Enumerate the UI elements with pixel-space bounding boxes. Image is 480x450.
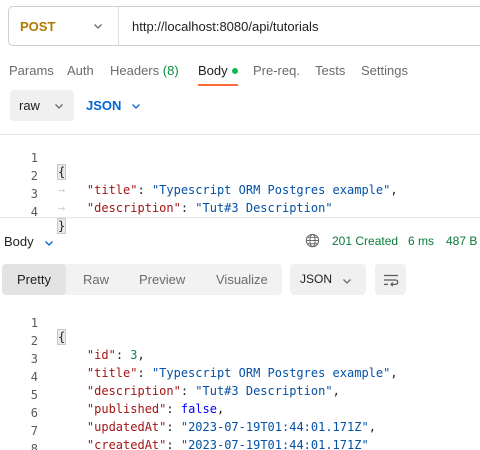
headers-count: (8) (162, 63, 179, 78)
code-line: 1 { (0, 302, 480, 345)
code-line: 3 "title": "Typescript ORM Postgres exam… (0, 338, 480, 380)
body-indicator-dot (231, 67, 238, 74)
chevron-down-icon (343, 279, 351, 284)
tab-body[interactable]: Body (198, 63, 238, 78)
code-line: 4 } (0, 191, 480, 234)
request-tabs: Params Auth Headers (8) Body Pre-req. Te… (0, 54, 480, 88)
view-mode-segment: Pretty Raw Preview Visualize (2, 264, 282, 295)
body-language-select[interactable]: JSON (86, 98, 140, 113)
tab-params[interactable]: Params (9, 63, 54, 78)
line-number: 4 (30, 205, 38, 219)
response-body-label: Body (4, 234, 34, 249)
tab-body-label: Body (198, 63, 228, 78)
response-body-toggle[interactable]: Body (4, 234, 53, 249)
request-body-editor[interactable]: 1 { 2 → "title": "Typescript ORM Postgre… (0, 134, 480, 234)
response-size[interactable]: 487 B (446, 234, 477, 248)
response-view-tabs: Pretty Raw Preview Visualize JSON (0, 264, 480, 296)
tab-headers[interactable]: Headers (8) (110, 63, 179, 78)
tab-settings[interactable]: Settings (361, 63, 408, 78)
chevron-down-icon (94, 24, 102, 29)
tab-pretty[interactable]: Pretty (2, 264, 66, 295)
tab-visualize[interactable]: Visualize (216, 272, 268, 287)
tab-raw[interactable]: Raw (83, 272, 109, 287)
chevron-down-icon (45, 241, 53, 246)
response-time[interactable]: 6 ms (408, 234, 434, 248)
response-header: Body 201 Created 6 ms 487 B (0, 228, 480, 254)
code-line: 1 { (0, 137, 480, 180)
method-select[interactable]: POST (9, 7, 119, 45)
tab-headers-label: Headers (110, 63, 160, 78)
code-line: 4 "description": "Tut#3 Description", (0, 356, 480, 398)
chevron-down-icon (55, 104, 63, 109)
tab-preview[interactable]: Preview (139, 272, 185, 287)
request-url-bar: POST http://localhost:8080/api/tutorials (8, 6, 480, 46)
line-number: 8 (30, 442, 38, 450)
chevron-down-icon (132, 104, 140, 109)
code-line: 6 "updatedAt": "2023-07-19T01:44:01.171Z… (0, 392, 480, 434)
tab-pretty-label: Pretty (17, 272, 51, 287)
response-format-select[interactable]: JSON (290, 264, 366, 295)
code-line: 8 } (0, 428, 480, 450)
globe-icon[interactable] (305, 233, 320, 248)
code-line: 7 "createdAt": "2023-07-19T01:44:01.171Z… (0, 410, 480, 450)
tab-auth[interactable]: Auth (67, 63, 94, 78)
code-line: 3 → "description": "Tut#3 Description" (0, 173, 480, 215)
tab-pre-request[interactable]: Pre-req. (253, 63, 300, 78)
tab-tests[interactable]: Tests (315, 63, 345, 78)
code-line: 5 "published": false, (0, 374, 480, 416)
code-line: 2 "id": 3, (0, 320, 480, 362)
body-options-row: raw JSON (0, 90, 480, 122)
method-label: POST (20, 18, 56, 34)
body-mode-label: raw (19, 98, 40, 113)
status-code[interactable]: 201 Created (332, 234, 398, 248)
url-input[interactable]: http://localhost:8080/api/tutorials (119, 19, 318, 34)
wrap-lines-button[interactable] (375, 264, 406, 295)
wrap-lines-icon (383, 274, 398, 287)
active-tab-indicator (198, 84, 238, 86)
code-line: 2 → "title": "Typescript ORM Postgres ex… (0, 155, 480, 197)
response-format-label: JSON (300, 272, 333, 286)
body-language-label: JSON (86, 98, 122, 113)
body-mode-select[interactable]: raw (10, 90, 74, 121)
